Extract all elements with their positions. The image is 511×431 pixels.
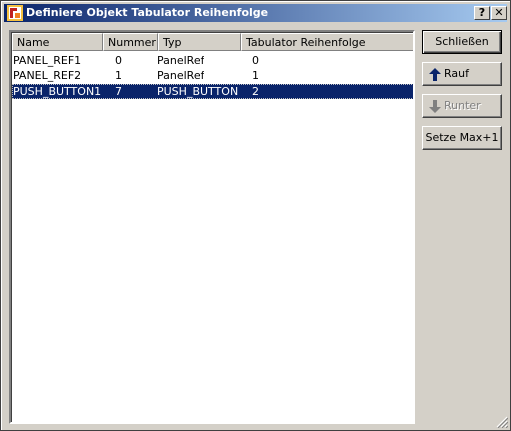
table-row-selected[interactable]: PUSH_BUTTON1 7 PUSH_BUTTON 2 xyxy=(12,84,413,99)
list-header: Name Nummer Typ Tabulator Reihenfolge xyxy=(12,33,413,51)
close-button-label: Schließen xyxy=(435,35,489,48)
cell-typ: PUSH_BUTTON xyxy=(157,85,239,98)
set-max-button-label: Setze Max+1 xyxy=(425,131,499,144)
cell-typ: PanelRef xyxy=(157,54,205,67)
column-header-tab-order[interactable]: Tabulator Reihenfolge xyxy=(241,33,413,51)
resize-grip-icon[interactable] xyxy=(496,416,508,428)
up-button[interactable]: Rauf xyxy=(422,62,502,86)
cell-nummer: 1 xyxy=(115,69,122,82)
set-max-button[interactable]: Setze Max+1 xyxy=(422,126,502,150)
cell-typ: PanelRef xyxy=(157,69,205,82)
table-row[interactable]: PANEL_REF2 1 PanelRef 1 xyxy=(12,68,413,83)
up-button-label: Rauf xyxy=(444,67,469,80)
table-row[interactable]: PANEL_REF1 0 PanelRef 0 xyxy=(12,53,413,68)
help-button[interactable]: ? xyxy=(474,6,490,20)
down-button[interactable]: Runter xyxy=(422,94,502,118)
cell-tab-order: 0 xyxy=(252,54,259,67)
dialog-window: Definiere Objekt Tabulator Reihenfolge ?… xyxy=(0,0,511,431)
cell-nummer: 7 xyxy=(115,85,122,98)
title-bar[interactable]: Definiere Objekt Tabulator Reihenfolge ?… xyxy=(4,4,507,22)
cell-tab-order: 1 xyxy=(252,69,259,82)
arrow-down-icon xyxy=(429,100,441,113)
column-header-name[interactable]: Name xyxy=(12,33,103,51)
column-header-typ[interactable]: Typ xyxy=(158,33,241,51)
down-button-label: Runter xyxy=(444,99,481,112)
cell-name: PANEL_REF1 xyxy=(13,54,82,67)
column-header-nummer[interactable]: Nummer xyxy=(103,33,158,51)
window-title: Definiere Objekt Tabulator Reihenfolge xyxy=(26,6,269,19)
cell-nummer: 0 xyxy=(115,54,122,67)
tab-order-list[interactable]: Name Nummer Typ Tabulator Reihenfolge PA… xyxy=(9,30,415,424)
app-icon xyxy=(7,5,23,21)
close-window-button[interactable]: ✕ xyxy=(491,6,507,20)
cell-tab-order: 2 xyxy=(252,85,259,98)
close-button[interactable]: Schließen xyxy=(422,30,502,54)
cell-name: PANEL_REF2 xyxy=(13,69,82,82)
cell-name: PUSH_BUTTON1 xyxy=(13,85,102,98)
arrow-up-icon xyxy=(429,68,441,81)
